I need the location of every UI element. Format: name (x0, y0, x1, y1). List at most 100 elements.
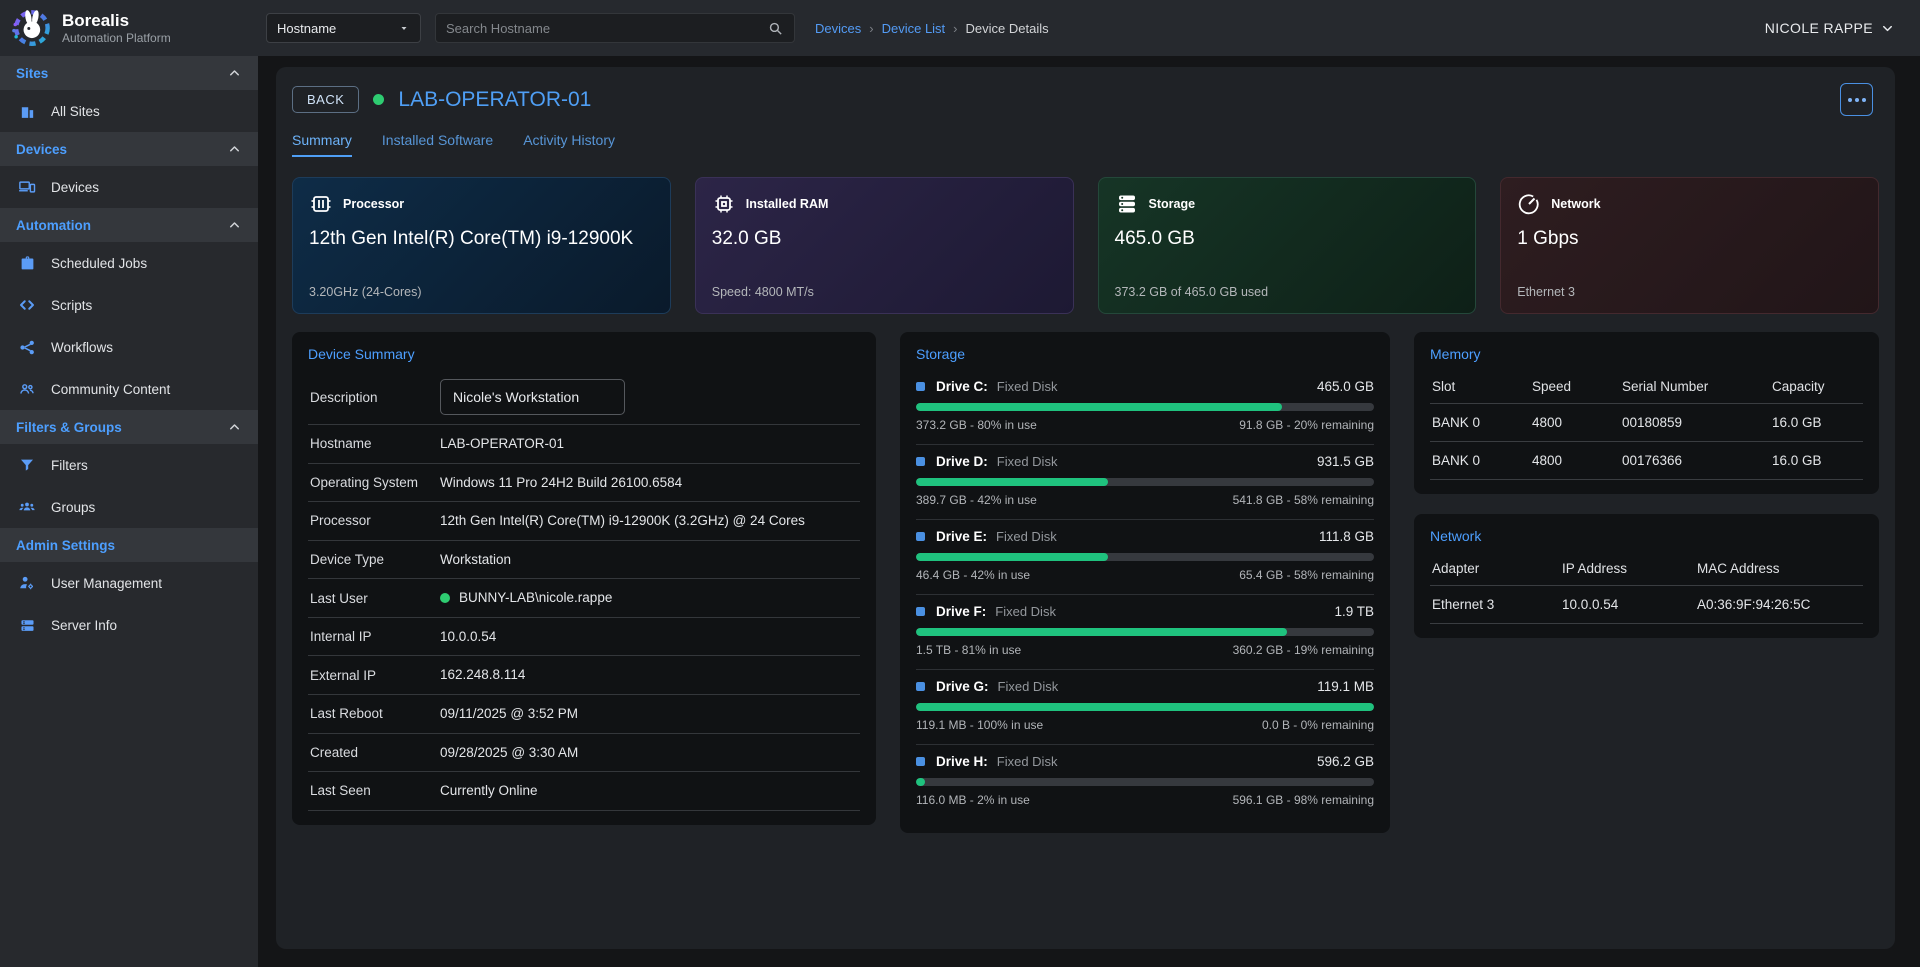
memory-row-cell: 00180859 (1620, 404, 1770, 442)
drive-row-d: Drive D: Fixed Disk 931.5 GB 389.7 GB - … (916, 445, 1374, 520)
summary-row-processor: Processor 12th Gen Intel(R) Core(TM) i9-… (308, 502, 860, 541)
drive-icon (916, 532, 925, 541)
network-row-cell: Ethernet 3 (1430, 586, 1560, 624)
sidebar-section-sites[interactable]: Sites (0, 56, 258, 90)
user-online-dot (440, 593, 450, 603)
drive-usage-bar (916, 403, 1374, 411)
breadcrumb-device-details: Device Details (966, 21, 1049, 36)
memory-row-cell: 00176366 (1620, 442, 1770, 480)
sidebar-section-filters-groups[interactable]: Filters & Groups (0, 410, 258, 444)
sidebar-item-all-sites[interactable]: All Sites (0, 90, 258, 132)
device-summary-panel: Device Summary Description Hostname LAB-… (292, 332, 876, 825)
card-title: Storage (1149, 197, 1196, 211)
briefcase-icon (17, 255, 37, 272)
sidebar-item-label: User Management (51, 576, 162, 591)
drive-usage-bar (916, 703, 1374, 711)
summary-row-created: Created 09/28/2025 @ 3:30 AM (308, 734, 860, 773)
sidebar-item-scheduled-jobs[interactable]: Scheduled Jobs (0, 242, 258, 284)
section-label: Automation (16, 218, 91, 233)
borealis-logo (10, 7, 52, 49)
sidebar-section-devices[interactable]: Devices (0, 132, 258, 166)
sidebar-item-label: Scripts (51, 298, 92, 313)
breadcrumb-separator: › (953, 21, 957, 36)
drive-row-f: Drive F: Fixed Disk 1.9 TB 1.5 TB - 81% … (916, 595, 1374, 670)
hostname-filter-dropdown[interactable]: Hostname (266, 13, 421, 43)
right-column: Memory Slot Speed Serial Number Capacity… (1414, 332, 1879, 638)
sidebar-item-label: All Sites (51, 104, 100, 119)
tab-summary[interactable]: Summary (292, 132, 352, 157)
network-panel: Network Adapter IP Address MAC Address E… (1414, 514, 1879, 638)
sidebar-item-community-content[interactable]: Community Content (0, 368, 258, 410)
user-menu[interactable]: NICOLE RAPPE (1765, 20, 1895, 36)
memory-row-cell: 16.0 GB (1770, 442, 1863, 480)
summary-row-last-user: Last User BUNNY-LAB\nicole.rappe (308, 579, 860, 618)
card-value: 12th Gen Intel(R) Core(TM) i9-12900K (309, 228, 654, 250)
sidebar-item-workflows[interactable]: Workflows (0, 326, 258, 368)
sidebar-item-label: Scheduled Jobs (51, 256, 147, 271)
search-input[interactable] (446, 21, 767, 36)
card-title: Installed RAM (746, 197, 829, 211)
network-row-cell: 10.0.0.54 (1560, 586, 1695, 624)
devices-icon (17, 178, 37, 196)
sidebar-item-label: Workflows (51, 340, 113, 355)
card-value: 1 Gbps (1517, 228, 1862, 250)
drive-icon (916, 682, 925, 691)
card-subtext: Ethernet 3 (1517, 285, 1862, 299)
storage-panel: Storage Drive C: Fixed Disk 465.0 GB 373… (900, 332, 1390, 833)
chevron-up-icon (227, 66, 242, 81)
sidebar-item-label: Server Info (51, 618, 117, 633)
sidebar-item-server-info[interactable]: Server Info (0, 604, 258, 646)
sidebar-item-user-management[interactable]: User Management (0, 562, 258, 604)
drive-usage-bar (916, 478, 1374, 486)
code-icon (17, 296, 37, 314)
drive-row-h: Drive H: Fixed Disk 596.2 GB 116.0 MB - … (916, 745, 1374, 819)
breadcrumb-device-list[interactable]: Device List (882, 21, 946, 36)
brand-subtitle: Automation Platform (62, 31, 171, 45)
summary-row-hostname: Hostname LAB-OPERATOR-01 (308, 425, 860, 464)
search-icon[interactable] (767, 20, 784, 37)
breadcrumb-devices[interactable]: Devices (815, 21, 861, 36)
back-button[interactable]: BACK (292, 86, 359, 113)
search-box (435, 13, 795, 43)
device-tabs: Summary Installed Software Activity Hist… (292, 132, 1879, 157)
card-value: 32.0 GB (712, 228, 1057, 250)
card-title: Network (1551, 197, 1600, 211)
drive-row-c: Drive C: Fixed Disk 465.0 GB 373.2 GB - … (916, 370, 1374, 445)
memory-row-cell: BANK 0 (1430, 442, 1530, 480)
memory-row-cell: 4800 (1530, 404, 1620, 442)
storage-card: Storage 465.0 GB 373.2 GB of 465.0 GB us… (1098, 177, 1477, 314)
sidebar-section-automation[interactable]: Automation (0, 208, 258, 242)
summary-row-device-type: Device Type Workstation (308, 541, 860, 580)
brand-name: Borealis (62, 11, 171, 31)
drive-icon (916, 757, 925, 766)
tab-installed-software[interactable]: Installed Software (382, 132, 493, 157)
sidebar-item-groups[interactable]: Groups (0, 486, 258, 528)
speedometer-icon (1517, 192, 1541, 216)
server-icon (17, 617, 37, 634)
sidebar-section-admin-settings[interactable]: Admin Settings (0, 528, 258, 562)
sidebar-item-label: Filters (51, 458, 88, 473)
description-input[interactable] (440, 379, 625, 415)
drive-icon (916, 607, 925, 616)
card-subtext: 373.2 GB of 465.0 GB used (1115, 285, 1460, 299)
sidebar-item-devices[interactable]: Devices (0, 166, 258, 208)
sidebar-item-scripts[interactable]: Scripts (0, 284, 258, 326)
drive-row-e: Drive E: Fixed Disk 111.8 GB 46.4 GB - 4… (916, 520, 1374, 595)
drive-row-g: Drive G: Fixed Disk 119.1 MB 119.1 MB - … (916, 670, 1374, 745)
network-card: Network 1 Gbps Ethernet 3 (1500, 177, 1879, 314)
summary-row-description: Description (308, 370, 860, 425)
chevron-up-icon (227, 218, 242, 233)
more-actions-button[interactable] (1840, 83, 1873, 116)
card-subtext: 3.20GHz (24-Cores) (309, 285, 654, 299)
section-label: Sites (16, 66, 48, 81)
panel-title: Network (1430, 528, 1863, 544)
tab-activity-history[interactable]: Activity History (523, 132, 615, 157)
memory-row-cell: BANK 0 (1430, 404, 1530, 442)
chevron-down-icon (1880, 21, 1895, 36)
section-label: Admin Settings (16, 538, 115, 553)
online-status-dot (373, 94, 384, 105)
sidebar-item-filters[interactable]: Filters (0, 444, 258, 486)
device-title: LAB-OPERATOR-01 (398, 88, 591, 112)
summary-cards: Processor 12th Gen Intel(R) Core(TM) i9-… (292, 177, 1879, 314)
community-icon (17, 380, 37, 398)
